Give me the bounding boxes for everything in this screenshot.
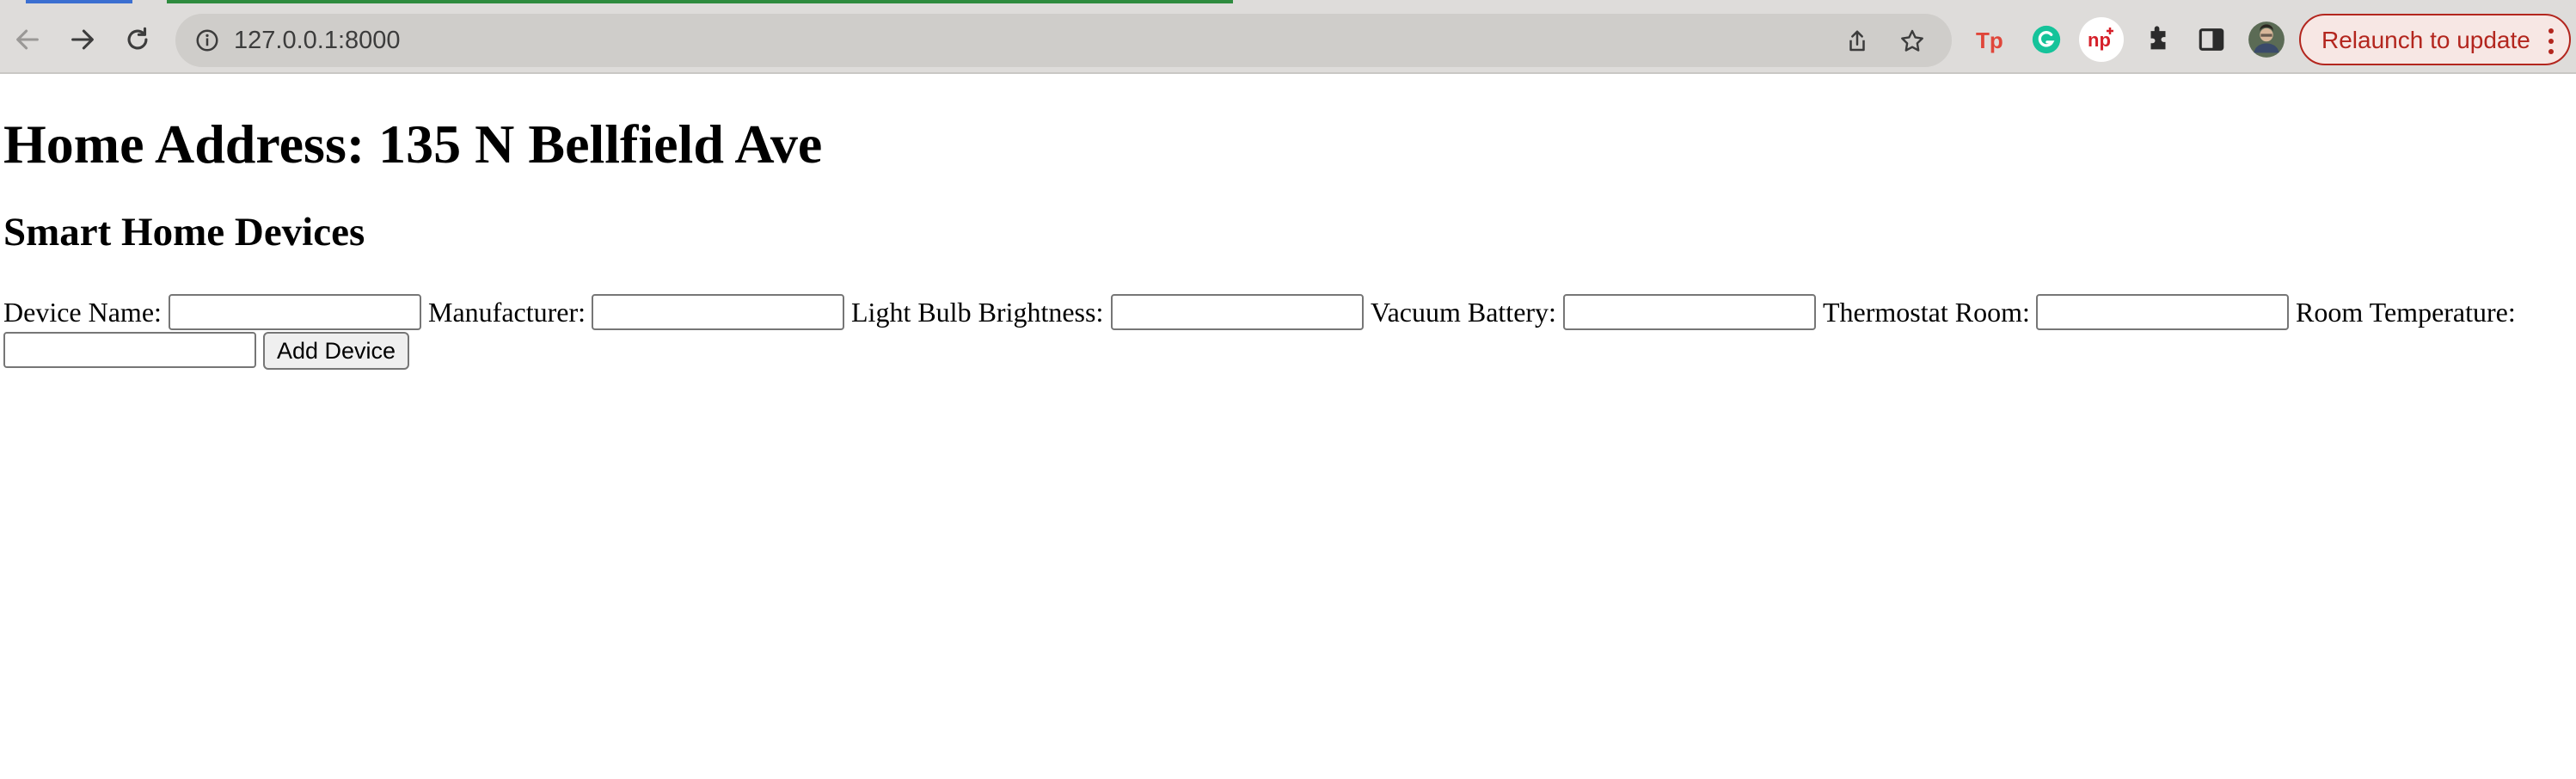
address-bar[interactable]: 127.0.0.1:8000 bbox=[175, 14, 1952, 67]
back-arrow-icon bbox=[16, 29, 39, 50]
tab-indicator-active bbox=[26, 0, 132, 3]
page-title: Home Address: 135 N Bellfield Ave bbox=[3, 113, 823, 175]
add-device-button[interactable]: Add Device bbox=[263, 332, 410, 370]
vacuum-battery-label: Vacuum Battery: bbox=[1371, 297, 1556, 328]
device-name-label: Device Name: bbox=[3, 297, 162, 328]
page-content: Home Address: 135 N Bellfield Ave Smart … bbox=[0, 76, 2576, 779]
form-row: Add Device bbox=[3, 330, 2574, 371]
room-temperature-input[interactable] bbox=[3, 332, 256, 368]
vacuum-battery-input[interactable] bbox=[1563, 294, 1816, 330]
info-icon[interactable] bbox=[193, 26, 222, 55]
relaunch-label: Relaunch to update bbox=[2321, 27, 2530, 53]
reload-icon bbox=[127, 27, 148, 50]
np-extension-icon[interactable]: np bbox=[2079, 17, 2124, 62]
section-heading: Smart Home Devices bbox=[3, 210, 365, 255]
star-icon[interactable] bbox=[1897, 26, 1928, 57]
side-panel-icon[interactable] bbox=[2191, 19, 2232, 60]
device-name-input[interactable] bbox=[169, 294, 421, 330]
tab-loading-progress bbox=[167, 0, 1233, 3]
forward-arrow-icon bbox=[71, 29, 94, 50]
svg-text:np: np bbox=[2088, 29, 2111, 51]
avatar[interactable] bbox=[2246, 19, 2287, 60]
manufacturer-input[interactable] bbox=[592, 294, 844, 330]
tp-extension-icon[interactable]: Tp bbox=[1971, 19, 2012, 60]
forward-button[interactable] bbox=[60, 17, 105, 62]
puzzle-piece-icon[interactable] bbox=[2137, 19, 2179, 60]
browser-toolbar: 127.0.0.1:8000 Tp np Relaunch to update bbox=[0, 7, 2576, 74]
form-row: Device Name: Manufacturer: Light Bulb Br… bbox=[3, 292, 2574, 332]
relaunch-to-update-button[interactable]: Relaunch to update bbox=[2299, 14, 2571, 65]
thermostat-room-label: Thermostat Room: bbox=[1823, 297, 2030, 328]
light-bulb-brightness-label: Light Bulb Brightness: bbox=[851, 297, 1104, 328]
grammarly-icon[interactable] bbox=[2026, 19, 2067, 60]
url-text[interactable]: 127.0.0.1:8000 bbox=[234, 24, 401, 57]
back-button[interactable] bbox=[5, 17, 50, 62]
share-icon[interactable] bbox=[1842, 26, 1873, 57]
manufacturer-label: Manufacturer: bbox=[428, 297, 586, 328]
light-bulb-brightness-input[interactable] bbox=[1111, 294, 1364, 330]
reload-button[interactable] bbox=[115, 17, 160, 62]
thermostat-room-input[interactable] bbox=[2036, 294, 2289, 330]
room-temperature-label: Room Temperature: bbox=[2296, 297, 2516, 328]
svg-text:Tp: Tp bbox=[1976, 28, 2003, 53]
kebab-menu-icon[interactable] bbox=[2545, 26, 2557, 57]
